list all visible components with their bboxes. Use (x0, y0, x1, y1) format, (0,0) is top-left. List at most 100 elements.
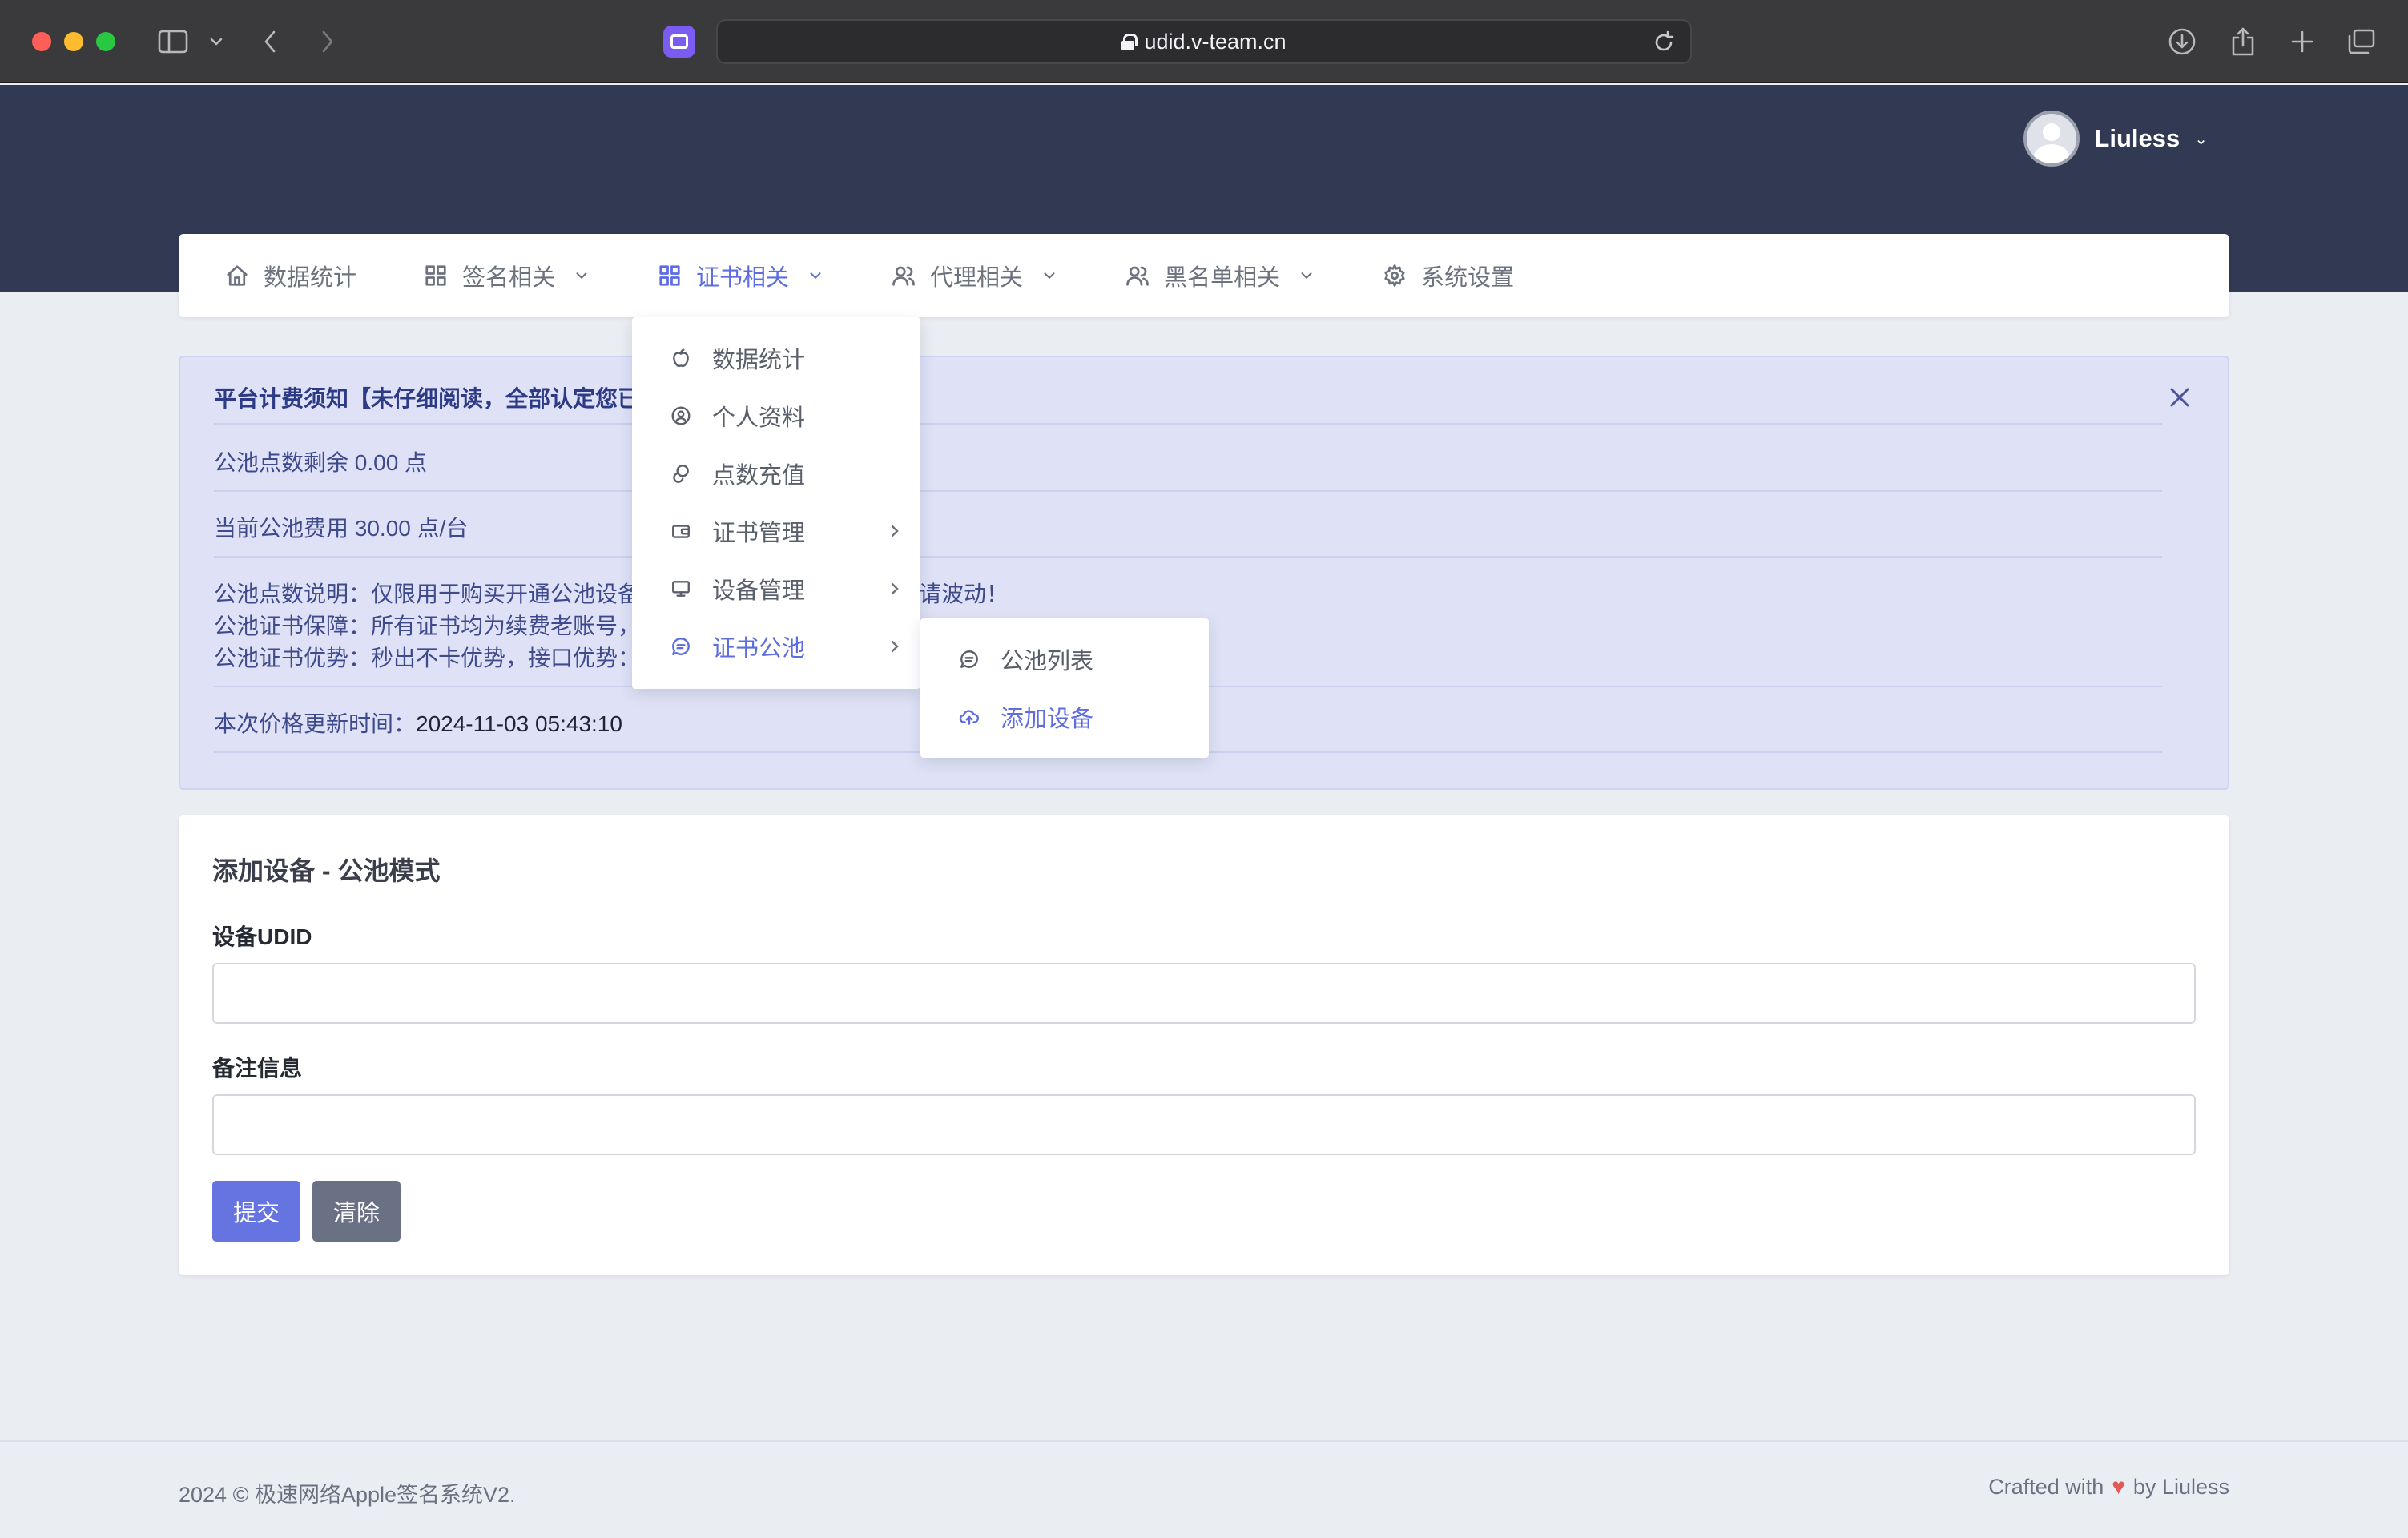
divider (214, 490, 2162, 492)
nav-item-blacklist[interactable]: 黑名单相关 (1125, 259, 1315, 292)
menu-item-label: 设备管理 (712, 578, 806, 604)
cert-pool-submenu: 公池列表 添加设备 (920, 618, 1209, 758)
grid-icon (425, 265, 446, 286)
crafted-prefix: Crafted with (1988, 1474, 2104, 1499)
main-nav: 数据统计 签名相关 证书相关 代理相关 黑名单相关 系统设置 (179, 234, 2229, 317)
maximize-window-button[interactable] (96, 32, 115, 51)
credits: Crafted with ♥ by Liuless (1988, 1474, 2229, 1500)
nav-label: 系统设置 (1421, 265, 1515, 291)
menu-item-label: 个人资料 (712, 405, 806, 431)
desc-line-1: 公池点数说明：仅限用于购买开通公池设备 (214, 582, 641, 606)
apple-icon (673, 348, 689, 368)
menu-item-profile[interactable]: 个人资料 (670, 399, 903, 433)
menu-item-recharge[interactable]: 点数充值 (670, 457, 903, 490)
chevron-down-icon (576, 272, 587, 279)
balance-text: 公池点数剩余 0.00 点 (214, 450, 428, 475)
chevron-down-icon (1044, 272, 1055, 279)
username: Liuless (2094, 124, 2180, 152)
home-icon (227, 265, 248, 286)
submenu-item-label: 添加设备 (1001, 707, 1094, 732)
note-label: 备注信息 (212, 1056, 303, 1081)
certificates-dropdown-menu: 数据统计 个人资料 点数充值 证书管理 设备管理 证书公池 (632, 317, 920, 689)
menu-item-label: 数据统计 (712, 348, 806, 373)
chevron-right-icon (891, 640, 899, 653)
close-window-button[interactable] (32, 32, 51, 51)
update-time-value: 2024-11-03 05:43:10 (416, 711, 622, 736)
nav-label: 黑名单相关 (1164, 265, 1281, 291)
close-icon[interactable] (2164, 381, 2196, 413)
desc-line-3: 公池证书优势：秒出不卡优势，接口优势： (214, 646, 641, 670)
nav-item-settings[interactable]: 系统设置 (1383, 259, 1514, 292)
upload-cloud-icon (959, 710, 980, 725)
chevron-down-icon[interactable] (205, 24, 228, 59)
heart-icon: ♥ (2112, 1474, 2125, 1499)
divider (214, 556, 2162, 558)
update-time-row: 本次价格更新时间：2024-11-03 05:43:10 (214, 707, 622, 739)
back-icon[interactable] (258, 24, 282, 59)
avatar[interactable] (2023, 111, 2080, 167)
note-input[interactable] (212, 1094, 2196, 1155)
divider (214, 423, 2162, 425)
new-tab-icon[interactable] (2286, 24, 2318, 59)
browser-toolbar: udid.v-team.cn (0, 0, 2408, 83)
clear-button[interactable]: 清除 (312, 1181, 401, 1242)
nav-item-certificates[interactable]: 证书相关 (658, 259, 824, 292)
menu-item-label: 证书管理 (712, 521, 806, 546)
add-device-form: 添加设备 - 公池模式 设备UDID 备注信息 提交 清除 (179, 815, 2229, 1275)
user-circle-icon (671, 406, 691, 425)
reload-icon[interactable] (1652, 30, 1676, 60)
desc-line-1-tail: 请波动！ (919, 582, 1009, 606)
monitor-icon (672, 581, 690, 597)
menu-item-label: 点数充值 (712, 463, 806, 489)
desc-line-2: 公池证书保障：所有证书均为续费老账号， (214, 614, 641, 638)
submenu-item-label: 公池列表 (1001, 649, 1094, 674)
lock-icon (1121, 34, 1138, 50)
minimize-window-button[interactable] (64, 32, 83, 51)
tab-overview-icon[interactable] (2346, 24, 2378, 59)
extension-icon[interactable] (663, 26, 695, 58)
crafted-suffix: by Liuless (2132, 1474, 2229, 1499)
download-icon[interactable] (2166, 24, 2198, 59)
share-icon[interactable] (2227, 24, 2259, 59)
user-menu[interactable]: Liuless ⌄ (2023, 111, 2208, 167)
menu-item-cert-pool[interactable]: 证书公池 (670, 630, 903, 663)
nav-item-agents[interactable]: 代理相关 (892, 259, 1058, 292)
address-bar[interactable]: udid.v-team.cn (716, 19, 1692, 64)
udid-input[interactable] (212, 963, 2196, 1024)
alert-title: 平台计费须知【未仔细阅读，全部认定您已 (214, 386, 641, 411)
nav-label: 数据统计 (264, 265, 357, 291)
menu-item-label: 证书公池 (712, 636, 806, 662)
wallet-icon (672, 525, 690, 538)
chat-icon (960, 650, 978, 668)
submenu-item-pool-list[interactable]: 公池列表 (959, 642, 1093, 676)
menu-item-device-management[interactable]: 设备管理 (670, 572, 903, 606)
nav-item-signing[interactable]: 签名相关 (424, 259, 590, 292)
nav-label: 签名相关 (462, 265, 556, 291)
submenu-item-add-device[interactable]: 添加设备 (959, 700, 1093, 734)
chevron-right-icon (891, 582, 899, 595)
chevron-down-icon (810, 272, 821, 279)
nav-item-dashboard[interactable]: 数据统计 (225, 259, 356, 292)
chevron-right-icon (891, 525, 899, 537)
users-icon (1126, 266, 1149, 286)
nav-label: 证书相关 (696, 265, 790, 291)
update-time-label: 本次价格更新时间： (214, 711, 417, 736)
menu-item-statistics[interactable]: 数据统计 (670, 341, 903, 375)
coins-icon (673, 465, 689, 483)
submit-button[interactable]: 提交 (212, 1181, 300, 1242)
form-title: 添加设备 - 公池模式 (212, 856, 441, 885)
menu-item-cert-management[interactable]: 证书管理 (670, 514, 903, 548)
nav-label: 代理相关 (930, 265, 1024, 291)
grid-icon (659, 265, 680, 286)
forward-icon[interactable] (316, 24, 340, 59)
url-text: udid.v-team.cn (1144, 29, 1287, 54)
fee-text: 当前公池费用 30.00 点/台 (214, 516, 469, 541)
gear-icon (1384, 264, 1405, 287)
chevron-down-icon (1301, 272, 1312, 279)
udid-label: 设备UDID (212, 924, 312, 949)
copyright-text: 2024 © 极速网络Apple签名系统V2. (179, 1483, 516, 1507)
chevron-down-icon: ⌄ (2194, 130, 2208, 148)
sidebar-toggle-icon[interactable] (155, 24, 191, 59)
page-footer: 2024 © 极速网络Apple签名系统V2. Crafted with ♥ b… (0, 1440, 2408, 1538)
users-icon (892, 266, 915, 286)
